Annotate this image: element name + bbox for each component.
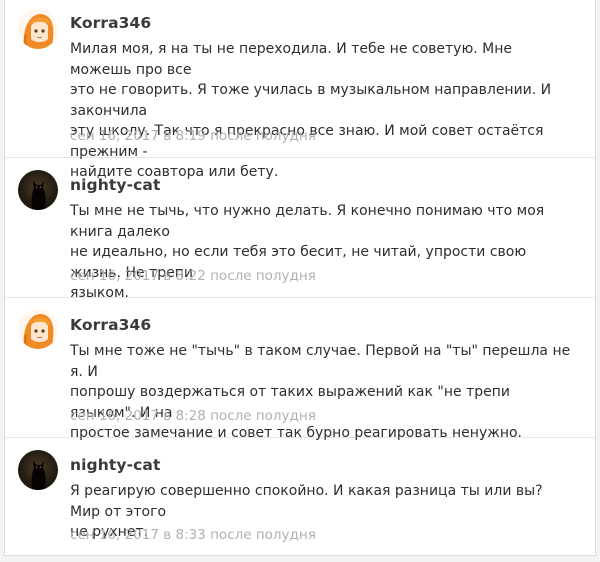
comment-text-line: Ты мне тоже не "тычь" в таком случае. Пе… (70, 343, 571, 380)
comment-date[interactable]: сен 16, 2017 в 8:33 после полудня (70, 527, 316, 543)
black-cat-icon (18, 450, 58, 490)
comment-text-line: Я реагирую совершенно спокойно. И какая … (70, 483, 543, 520)
comment-date[interactable]: сен 16, 2017 в 8:19 после полудня (70, 128, 316, 144)
comment-author[interactable]: nighty-cat (70, 456, 160, 474)
comment-author[interactable]: Korra346 (70, 14, 151, 32)
comment-text-line: это не говорить. Я тоже училась в музыка… (70, 82, 552, 119)
comment-author[interactable]: nighty-cat (70, 176, 160, 194)
comment-item: Korra346 Милая моя, я на ты не переходил… (5, 0, 595, 180)
comment-date[interactable]: сен 16, 2017 в 8:28 после полудня (70, 408, 316, 424)
avatar[interactable] (18, 9, 58, 49)
comment-date[interactable]: сен 16, 2017 в 8:22 после полудня (70, 268, 316, 284)
comment-text-line: Ты мне не тычь, что нужно делать. Я коне… (70, 203, 545, 240)
avatar[interactable] (18, 309, 58, 349)
black-cat-icon (18, 170, 58, 210)
anime-girl-orange-hair-icon (18, 9, 58, 49)
anime-girl-orange-hair-icon (18, 309, 58, 349)
avatar[interactable] (18, 450, 58, 490)
comment-feed: Korra346 Милая моя, я на ты не переходил… (4, 0, 596, 556)
avatar[interactable] (18, 170, 58, 210)
comment-item: nighty-cat Я реагирую совершенно спокойн… (5, 438, 595, 556)
comment-item: Korra346 Ты мне тоже не "тычь" в таком с… (5, 298, 595, 441)
comment-item: nighty-cat Ты мне не тычь, что нужно дел… (5, 158, 595, 301)
comment-text-line: Милая моя, я на ты не переходила. И тебе… (70, 41, 512, 78)
comment-text: Ты мне тоже не "тычь" в таком случае. Пе… (70, 341, 575, 444)
comment-text: Ты мне не тычь, что нужно делать. Я коне… (70, 201, 575, 304)
comment-author[interactable]: Korra346 (70, 316, 151, 334)
